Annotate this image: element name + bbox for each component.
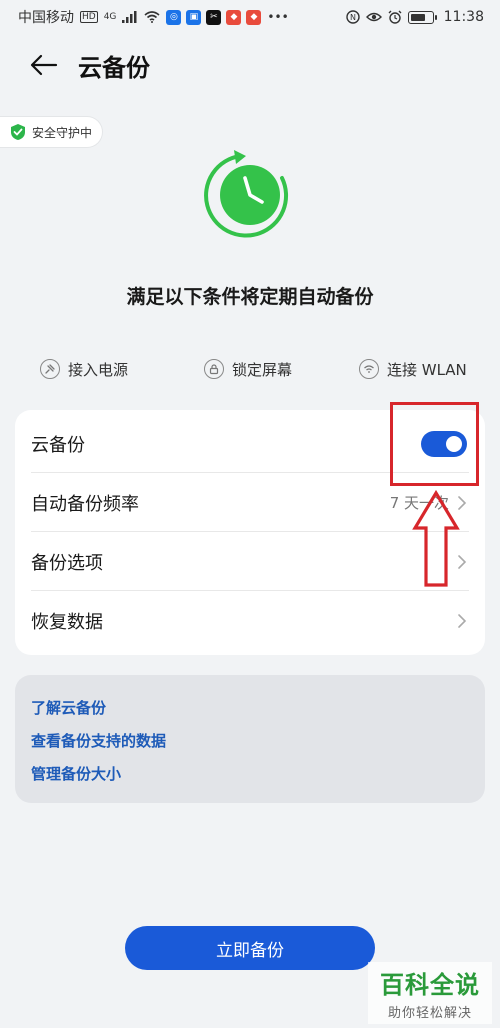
- link-supported-data[interactable]: 查看备份支持的数据: [31, 726, 469, 759]
- status-bar: 中国移动 HD 4G ◎ ▣ ✂ ◆ ◆ ••• N 11:38: [0, 0, 500, 34]
- svg-text:N: N: [350, 13, 356, 22]
- battery-icon: [407, 10, 437, 24]
- cloud-backup-label: 云备份: [31, 434, 85, 456]
- help-links-card: 了解云备份 查看备份支持的数据 管理备份大小: [15, 675, 485, 803]
- security-status-badge[interactable]: 安全守护中: [0, 117, 103, 147]
- lock-icon: [204, 359, 224, 379]
- condition-power: 接入电源: [40, 354, 128, 384]
- alarm-icon: [388, 10, 402, 24]
- backup-frequency-label: 自动备份频率: [31, 493, 139, 515]
- more-dots-icon: •••: [267, 10, 289, 24]
- restore-data-row[interactable]: 恢复数据: [15, 591, 485, 650]
- condition-wlan: 连接 WLAN: [359, 354, 467, 384]
- nfc-icon: N: [345, 10, 360, 24]
- power-plug-icon: [40, 359, 60, 379]
- network-type: 4G: [103, 12, 117, 22]
- chevron-right-icon: [458, 613, 467, 628]
- link-manage-backup-size[interactable]: 管理备份大小: [31, 759, 469, 792]
- condition-label: 连接 WLAN: [387, 360, 467, 379]
- app-badges: ◎ ▣ ✂ ◆ ◆: [166, 9, 262, 25]
- restore-data-label: 恢复数据: [31, 611, 103, 633]
- annotation-highlight-box: [390, 402, 479, 486]
- wifi-status-icon: [144, 11, 160, 23]
- security-status-label: 安全守护中: [32, 125, 93, 140]
- signal-icon: [122, 11, 137, 23]
- carrier-label: 中国移动: [18, 10, 74, 26]
- link-learn-cloud-backup[interactable]: 了解云备份: [31, 693, 469, 726]
- watermark-subtitle: 助你轻松解决: [387, 1006, 472, 1021]
- app-header: 云备份: [0, 40, 500, 90]
- condition-lock: 锁定屏幕: [204, 354, 292, 384]
- page-title: 云备份: [78, 53, 150, 82]
- condition-label: 锁定屏幕: [232, 360, 293, 379]
- app-badge-3-icon: ✂: [206, 9, 222, 25]
- app-badge-2-icon: ▣: [186, 9, 202, 25]
- watermark-title: 百科全说: [380, 971, 480, 999]
- annotation-up-arrow-icon: [412, 490, 460, 587]
- app-badge-5-icon: ◆: [246, 9, 262, 25]
- condition-label: 接入电源: [68, 360, 129, 379]
- status-bar-right: N 11:38: [345, 9, 484, 25]
- cloud-backup-clock-icon: [204, 150, 288, 238]
- watermark: 百科全说 助你轻松解决: [368, 962, 492, 1024]
- hero-caption: 满足以下条件将定期自动备份: [126, 286, 374, 308]
- status-bar-left: 中国移动 HD 4G ◎ ▣ ✂ ◆ ◆ •••: [18, 7, 289, 27]
- clock: 11:38: [443, 9, 484, 25]
- backup-conditions: 接入电源 锁定屏幕 连接 WLAN: [0, 354, 500, 384]
- wifi-icon: [359, 359, 379, 379]
- app-badge-1-icon: ◎: [166, 9, 182, 25]
- back-arrow-icon: [30, 54, 58, 76]
- backup-options-label: 备份选项: [31, 552, 103, 574]
- eye-icon: [365, 12, 382, 22]
- back-button[interactable]: [18, 41, 70, 89]
- app-badge-4-icon: ◆: [226, 9, 242, 25]
- backup-now-button[interactable]: 立即备份: [125, 926, 375, 970]
- hd-indicator: HD: [80, 11, 98, 23]
- shield-check-icon: [11, 124, 25, 140]
